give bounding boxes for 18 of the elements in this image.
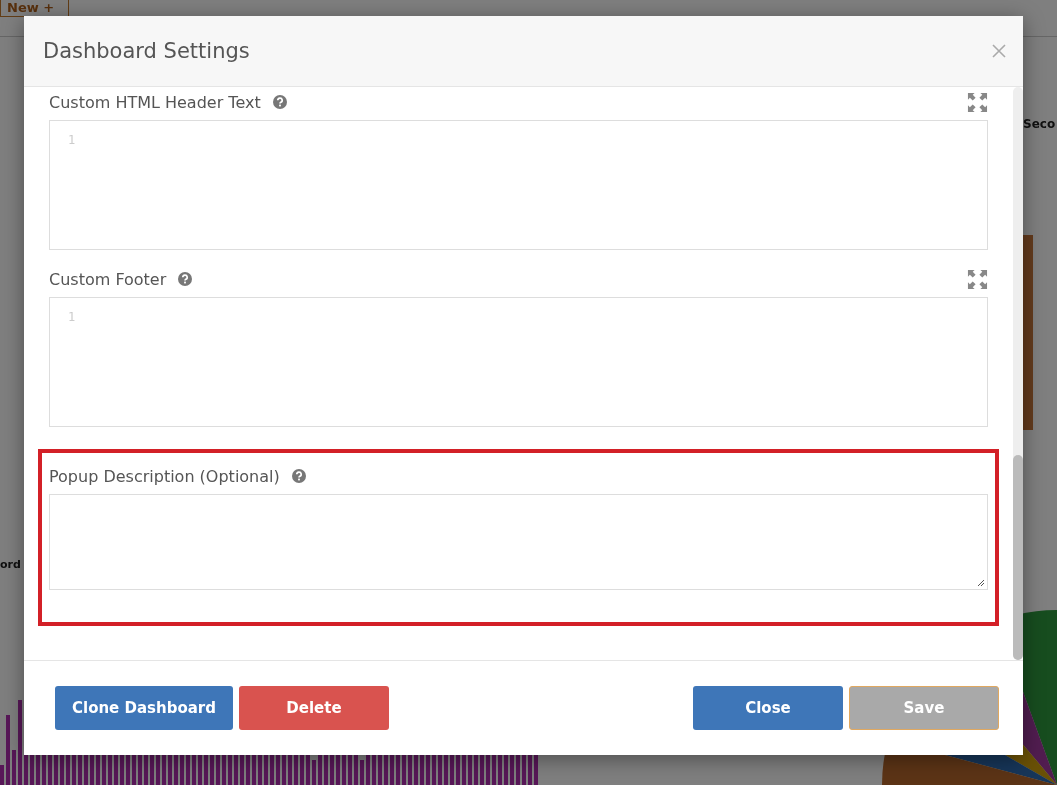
close-icon[interactable] bbox=[991, 43, 1007, 59]
help-icon[interactable] bbox=[178, 272, 193, 286]
panel-title: ord bbox=[0, 558, 21, 571]
help-icon[interactable] bbox=[291, 469, 306, 483]
clone-button[interactable]: Clone Dashboard bbox=[55, 686, 233, 730]
field-label: Custom HTML Header Text bbox=[49, 92, 261, 112]
dialog-title: Dashboard Settings bbox=[43, 39, 250, 63]
expand-icon[interactable] bbox=[967, 268, 988, 290]
description-field[interactable] bbox=[49, 494, 988, 590]
delete-button[interactable]: Delete bbox=[239, 686, 389, 730]
field-label: Popup Description (Optional) bbox=[49, 466, 280, 486]
resize-grip-icon[interactable] bbox=[977, 579, 985, 587]
close-button[interactable]: Close bbox=[693, 686, 843, 730]
expand-icon[interactable] bbox=[967, 91, 988, 113]
scrollbar-thumb[interactable] bbox=[1013, 455, 1023, 660]
panel-title: Seco bbox=[1023, 117, 1056, 131]
field-label: Custom Footer bbox=[49, 269, 167, 289]
help-icon[interactable] bbox=[272, 95, 287, 109]
